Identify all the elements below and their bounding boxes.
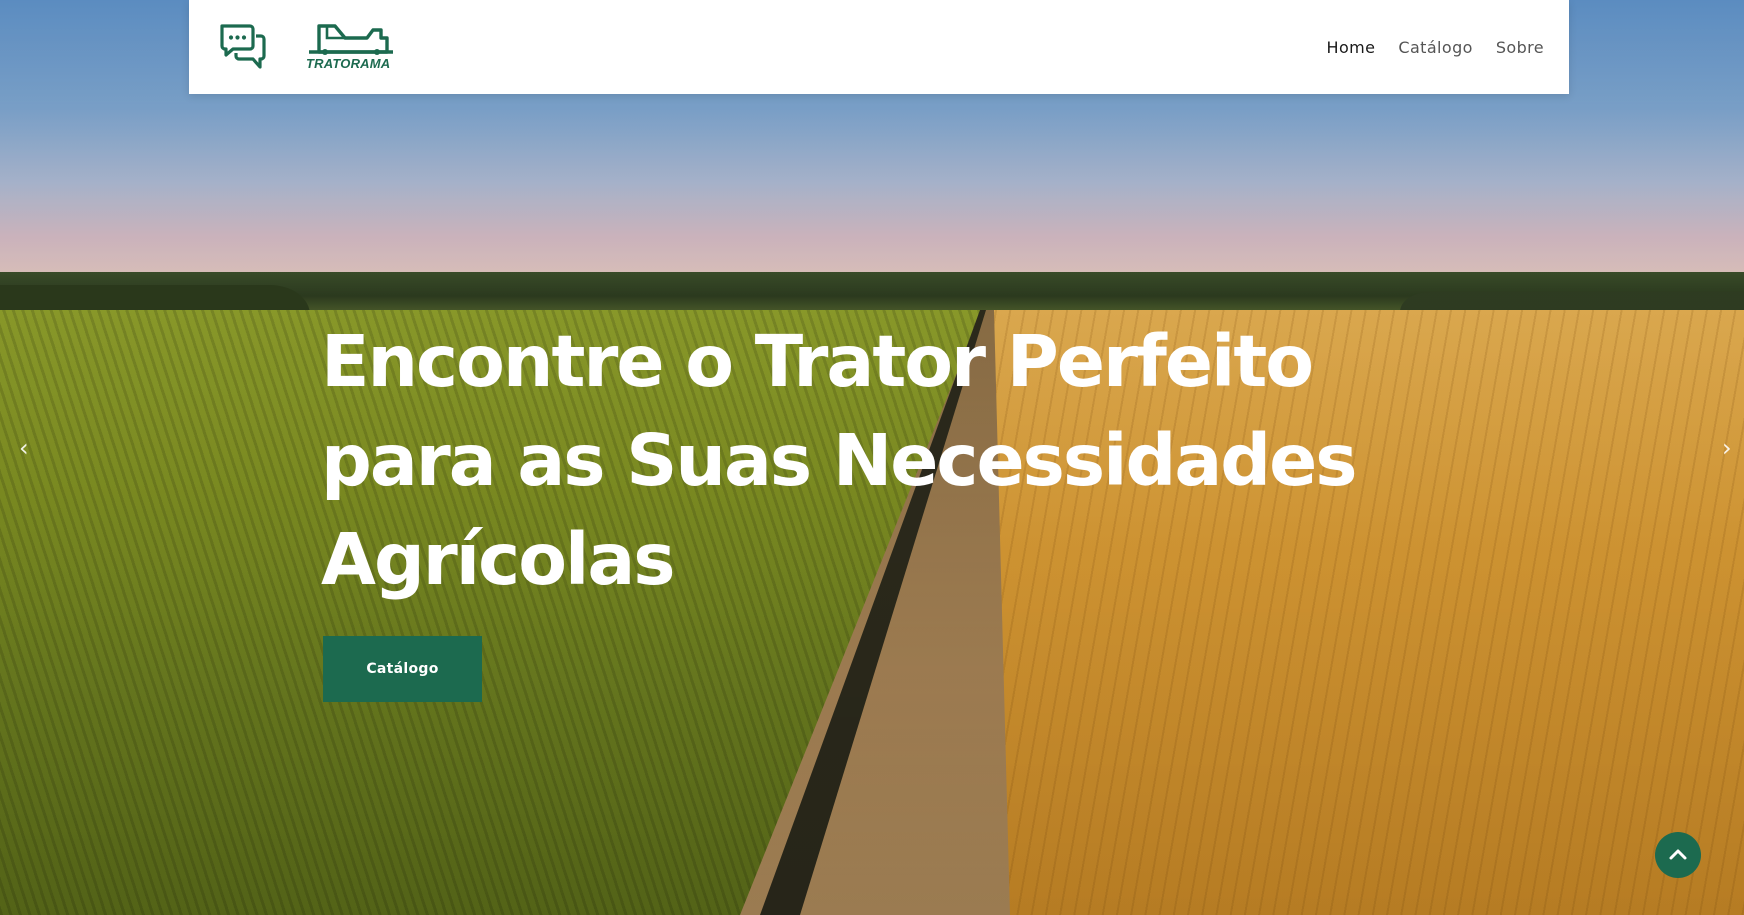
hero-title-line-2: para as Suas Necessidades (321, 419, 1357, 502)
chat-bubbles-icon[interactable] (218, 22, 268, 72)
back-to-top-button[interactable] (1655, 832, 1701, 878)
nav-home[interactable]: Home (1327, 38, 1376, 57)
logo-text[interactable]: TRATORAMA (306, 56, 390, 71)
nav-about[interactable]: Sobre (1496, 38, 1544, 57)
carousel-next-arrow[interactable]: › (1722, 433, 1732, 463)
carousel-prev-arrow[interactable]: ‹ (19, 433, 29, 463)
nav-catalog[interactable]: Catálogo (1398, 38, 1472, 57)
main-nav: Home Catálogo Sobre (1327, 0, 1544, 94)
hero-title: Encontre o Trator Perfeito para as Suas … (321, 312, 1421, 609)
hero-title-line-3: Agrícolas (321, 518, 675, 601)
catalog-button[interactable]: Catálogo (323, 636, 482, 702)
site-header: TRATORAMA Home Catálogo Sobre (189, 0, 1569, 94)
hero-title-line-1: Encontre o Trator Perfeito (321, 320, 1314, 403)
chevron-up-icon (1669, 849, 1687, 860)
